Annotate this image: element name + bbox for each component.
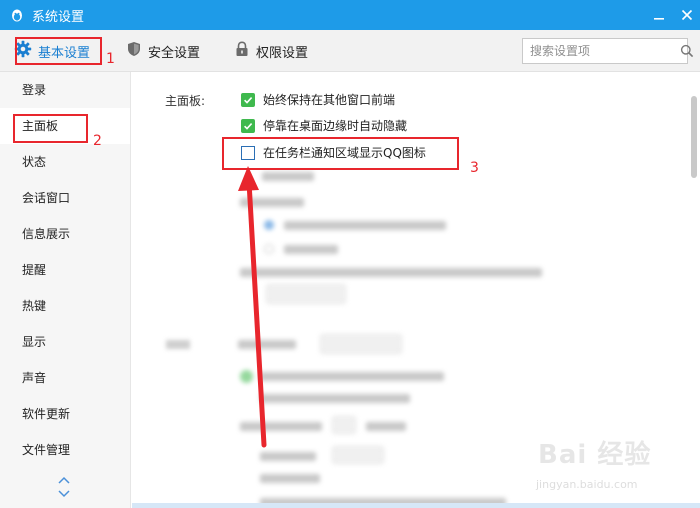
sidebar-item-hotkeys[interactable]: 热键	[0, 288, 130, 324]
bottom-strip	[132, 503, 700, 508]
sidebar-item-login[interactable]: 登录	[0, 72, 130, 108]
annotation-box-basic-settings	[15, 37, 102, 65]
annotation-number-3: 3	[470, 160, 479, 176]
blurred-section-label	[166, 340, 190, 349]
sidebar-item-software-update[interactable]: 软件更新	[0, 396, 130, 432]
sidebar-item-display[interactable]: 显示	[0, 324, 130, 360]
baidu-watermark: Bai 经验 jingyan.baidu.com	[530, 430, 690, 498]
checkbox-checked-icon[interactable]	[241, 92, 255, 107]
watermark-text: Bai 经验	[538, 440, 652, 470]
window-title: 系统设置	[32, 9, 85, 25]
scrollbar-thumb[interactable]	[691, 96, 697, 178]
title-bar: 系统设置	[0, 0, 700, 30]
annotation-number-2: 2	[93, 133, 102, 149]
search-input[interactable]	[523, 39, 680, 63]
settings-toolbar: 基本设置 安全设置 权限设置	[0, 30, 700, 72]
annotation-box-tray-icon-option	[222, 137, 459, 170]
sidebar-item-info-display[interactable]: 信息展示	[0, 216, 130, 252]
main-panel-section-label: 主面板:	[165, 94, 206, 108]
sidebar-item-reminders[interactable]: 提醒	[0, 252, 130, 288]
sidebar-item-sound[interactable]: 声音	[0, 360, 130, 396]
blurred-settings-area	[232, 168, 552, 508]
tab-security-settings-label: 安全设置	[148, 45, 201, 61]
shield-icon	[126, 41, 142, 61]
watermark-url: jingyan.baidu.com	[536, 478, 638, 491]
search-box	[522, 38, 694, 64]
lock-icon	[234, 41, 250, 61]
close-icon	[681, 9, 693, 21]
chevron-down-icon[interactable]	[57, 488, 71, 502]
sidebar-item-status[interactable]: 状态	[0, 144, 130, 180]
tab-permission-settings[interactable]: 权限设置	[234, 30, 308, 72]
annotation-number-1: 1	[106, 51, 115, 67]
minimize-icon	[654, 18, 664, 20]
qq-penguin-icon	[8, 6, 26, 24]
chevron-up-icon[interactable]	[57, 474, 71, 488]
close-button[interactable]	[680, 8, 694, 22]
annotation-box-main-panel	[13, 114, 88, 143]
sidebar-item-file-management[interactable]: 文件管理	[0, 432, 130, 468]
option-always-on-top-label: 始终保持在其他窗口前端	[263, 93, 396, 107]
option-auto-hide-on-edge-label: 停靠在桌面边缘时自动隐藏	[263, 119, 408, 133]
option-always-on-top[interactable]: 始终保持在其他窗口前端	[241, 91, 395, 108]
search-icon[interactable]	[680, 39, 694, 63]
checkbox-checked-icon[interactable]	[241, 118, 255, 133]
option-auto-hide-on-edge[interactable]: 停靠在桌面边缘时自动隐藏	[241, 117, 407, 134]
minimize-button[interactable]	[652, 8, 666, 22]
tab-security-settings[interactable]: 安全设置	[126, 30, 200, 72]
sidebar-scroll-controls	[54, 474, 74, 502]
sidebar-item-chat-window[interactable]: 会话窗口	[0, 180, 130, 216]
tab-permission-settings-label: 权限设置	[256, 45, 309, 61]
